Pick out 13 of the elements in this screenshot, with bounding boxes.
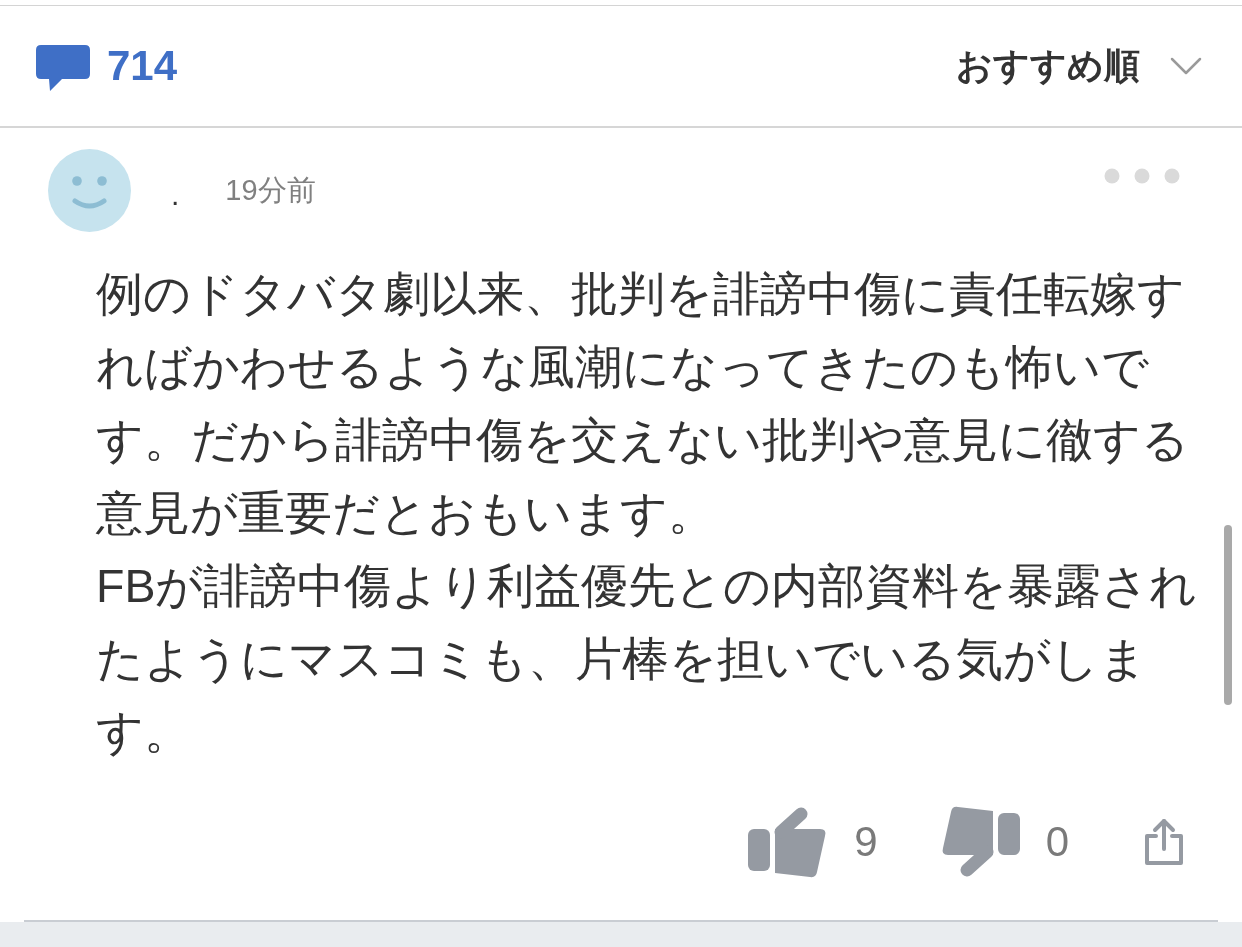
comment-text: FBが誹謗中傷より利益優先との内部資料を暴露されたようにマスコミも、片棒を担いでいる気がします。: [96, 559, 1198, 760]
comment-count: 714: [107, 42, 178, 90]
share-icon: [1143, 817, 1185, 867]
author-name: .: [171, 177, 180, 212]
avatar-icon: [48, 149, 131, 232]
sort-dropdown[interactable]: おすすめ順: [956, 41, 1202, 91]
like-button[interactable]: 9: [748, 806, 878, 878]
post-time: 19分前: [225, 172, 316, 208]
share-button[interactable]: [1143, 817, 1185, 867]
comment-icon: [36, 45, 90, 91]
comment-text: 例のドタバタ劇以来、批判を誹謗中傷に責任転嫁すればかわせるような風潮になってきたのも怖いです。だから誹謗中傷を交えない批判や意見に徹する意見が重要だとおもいます。: [96, 267, 1190, 541]
dislike-button[interactable]: 0: [939, 806, 1069, 878]
chevron-down-icon: [1170, 57, 1202, 75]
